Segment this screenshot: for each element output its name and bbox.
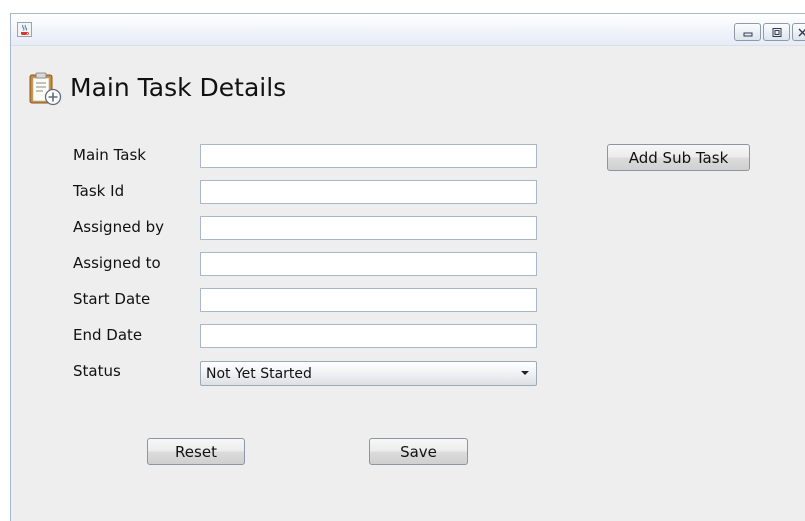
maximize-icon	[772, 28, 782, 37]
java-coffee-icon	[17, 22, 32, 37]
assigned-by-input[interactable]	[200, 216, 537, 240]
main-task-label: Main Task	[73, 146, 146, 164]
start-date-label: Start Date	[73, 290, 151, 308]
main-task-window: Main Task Details Main Task Task Id Assi…	[10, 13, 805, 521]
add-sub-task-button[interactable]: Add Sub Task	[607, 144, 750, 171]
assigned-by-label: Assigned by	[73, 218, 165, 236]
task-id-input[interactable]	[200, 180, 537, 204]
status-label: Status	[73, 362, 121, 380]
main-task-input[interactable]	[200, 144, 537, 168]
assigned-to-label: Assigned to	[73, 254, 161, 272]
page-title: Main Task Details	[70, 73, 287, 102]
task-id-label: Task Id	[73, 182, 125, 200]
status-dropdown[interactable]: Not Yet Started	[200, 361, 537, 386]
close-button[interactable]	[792, 23, 805, 41]
maximize-button[interactable]	[763, 23, 790, 41]
reset-button[interactable]: Reset	[147, 438, 245, 465]
save-button[interactable]: Save	[369, 438, 468, 465]
task-clipboard-icon	[29, 72, 62, 106]
end-date-input[interactable]	[200, 324, 537, 348]
title-bar[interactable]	[11, 14, 805, 46]
status-selected-value: Not Yet Started	[206, 366, 312, 382]
chevron-down-icon	[521, 371, 529, 375]
minimize-icon	[743, 32, 753, 37]
end-date-label: End Date	[73, 326, 143, 344]
assigned-to-input[interactable]	[200, 252, 537, 276]
minimize-button[interactable]	[734, 23, 761, 41]
start-date-input[interactable]	[200, 288, 537, 312]
close-icon	[798, 28, 805, 37]
